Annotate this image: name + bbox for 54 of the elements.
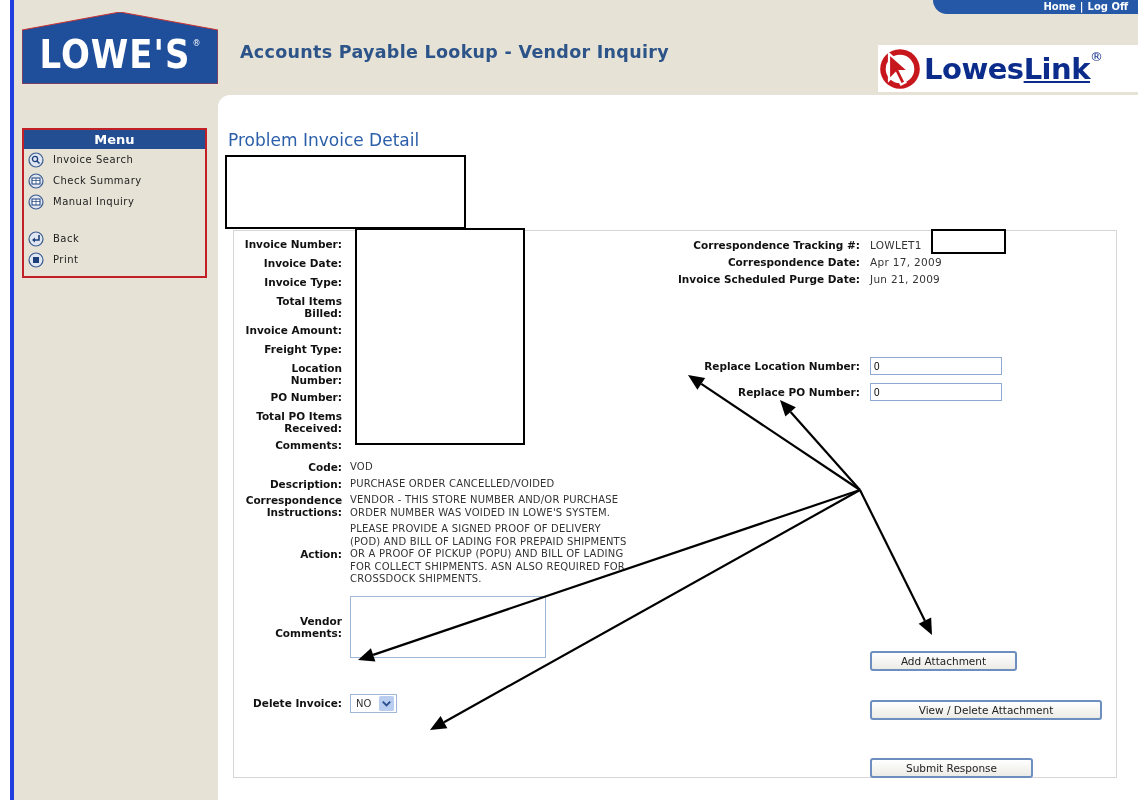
field-value: Jun 21, 2009 (870, 272, 941, 285)
top-link[interactable]: Home (1043, 1, 1076, 12)
field-value: PLEASE PROVIDE A SIGNED PROOF OF DELIVERY (POD) AND BILL OF LADING FOR PREPAID SHIPMENTS OR A PROOF OF PICKUP (POPU) AND BILL OF LADING FOR COLLECT SHIPMENTS. ASN ALSO REQUIRED FOR CROSSDOCK SHIPMENTS. (350, 523, 628, 586)
grid-icon (28, 193, 44, 210)
field-value: Apr 17, 2009 (870, 255, 942, 268)
field-label: Total PO Items Received: (255, 410, 342, 434)
search-icon (28, 151, 44, 168)
print-icon (28, 251, 44, 268)
field-label: Delete Invoice: (252, 697, 342, 709)
field-label: Comments: (274, 439, 342, 451)
menu-item[interactable]: Manual Inquiry (24, 191, 205, 212)
field-label: Correspondence Tracking #: (692, 238, 860, 251)
field-label: PO Number: (269, 391, 342, 403)
loweslink-logo: LowesLink® (878, 45, 1138, 92)
action-button[interactable]: Submit Response (870, 758, 1033, 778)
field-label: Action: (299, 548, 342, 561)
field-label: Code: (307, 461, 342, 473)
grid-icon (28, 172, 44, 189)
field-label: Total Items Billed: (275, 295, 342, 319)
field-label: Vendor Comments: (274, 614, 342, 639)
field-value: VENDOR - THIS STORE NUMBER AND/OR PURCHASE ORDER NUMBER WAS VOIDED IN LOWE'S SYSTEM. (350, 494, 620, 519)
field-value: PURCHASE ORDER CANCELLED/VOIDED (350, 477, 556, 490)
field-label: Invoice Scheduled Purge Date: (676, 272, 860, 285)
field-label: Invoice Type: (263, 276, 342, 288)
field-label: Correspondence Instructions: (244, 494, 342, 518)
action-button[interactable]: View / Delete Attachment (870, 700, 1102, 720)
field-label: Invoice Amount: (244, 324, 342, 336)
field-value: VOD (350, 461, 374, 474)
menu-item[interactable]: Print (24, 249, 205, 270)
chevron-icon (379, 695, 395, 711)
field-label: Description: (268, 477, 342, 490)
back-icon (28, 230, 44, 247)
lowes-logo: LOWE'S® (22, 12, 218, 84)
field-label: Location Number: (289, 362, 342, 386)
menu-item[interactable]: Check Summary (24, 170, 205, 191)
field-label: Invoice Date: (262, 257, 342, 269)
field-label: Correspondence Date: (726, 255, 860, 268)
vendor-comments-field[interactable] (350, 595, 546, 658)
link-separator: | (1079, 1, 1084, 12)
input-field[interactable]: 0 (870, 383, 1002, 401)
field-label: Replace Location Number: (703, 360, 860, 372)
page-title: Problem Invoice Detail (228, 130, 421, 152)
top-link[interactable]: Log Off (1087, 1, 1128, 12)
field-value: LOWLET1 (870, 238, 922, 251)
field-label: Invoice Number: (243, 238, 342, 250)
action-button[interactable]: Add Attachment (870, 651, 1017, 671)
menu-title: Menu (24, 130, 205, 149)
field-label: Replace PO Number: (737, 386, 860, 398)
app-title: Accounts Payable Lookup - Vendor Inquiry (240, 42, 669, 62)
delete-invoice-dropdown[interactable]: NO (350, 693, 398, 713)
input-field[interactable]: 0 (870, 357, 1002, 375)
menu-item[interactable]: Invoice Search (24, 149, 205, 170)
menu-item[interactable]: Back (24, 228, 205, 249)
field-label: Freight Type: (263, 343, 342, 355)
